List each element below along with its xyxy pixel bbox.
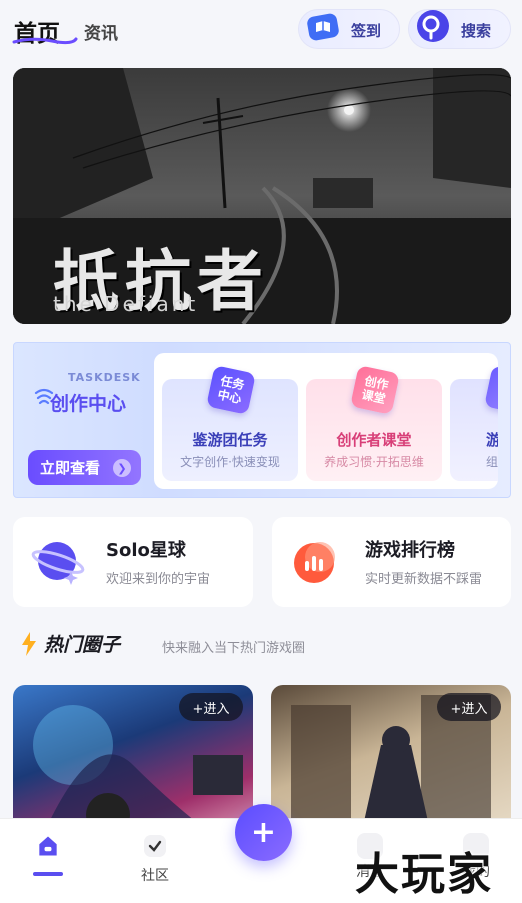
solo-planet-card[interactable]: Solo星球 欢迎来到你的宇宙 [13, 517, 253, 607]
lightning-icon [22, 632, 36, 656]
game-circle-card[interactable]: +进入 [13, 685, 253, 835]
creation-center-panel: TASKDESK 创作中心 立即查看 ❯ 任务 中心 鉴游团任务 文字创作·快速… [13, 342, 511, 498]
nav-home[interactable] [18, 833, 78, 865]
community-icon [144, 835, 166, 857]
nav-community-label: 社区 [141, 868, 169, 884]
view-now-label: 立即查看 [40, 459, 101, 477]
home-icon [39, 836, 57, 856]
signin-button[interactable]: 签到 [298, 9, 400, 49]
hot-circles-subtitle: 快来融入当下热门游戏圈 [162, 641, 306, 656]
tab-news[interactable]: 资讯 [84, 19, 118, 44]
task-cards-strip[interactable]: 任务 中心 鉴游团任务 文字创作·快速变现 创作 课堂 创作者课堂 养成习惯·开… [154, 353, 498, 489]
task-card-title: 创作者课堂 [336, 431, 412, 449]
task-card-creator-class[interactable]: 创作 课堂 创作者课堂 养成习惯·开拓思维 [306, 365, 442, 481]
chart-icon [294, 542, 335, 583]
task-card-review-team[interactable]: 任务 中心 鉴游团任务 文字创作·快速变现 [162, 365, 298, 481]
creation-center-left: TASKDESK 创作中心 立即查看 ❯ [14, 343, 154, 499]
task-card-desc: 养成习惯·开拓思维 [324, 455, 424, 469]
search-button[interactable]: 搜索 [408, 9, 511, 49]
book-icon [303, 8, 343, 48]
join-circle-button[interactable]: +进入 [179, 693, 243, 721]
banner-subtitle: the Defiant [53, 292, 199, 316]
nav-active-indicator [33, 872, 63, 876]
task-center-badge: 任务 中心 [206, 365, 256, 415]
tab-home-underline [12, 37, 78, 45]
task-card-desc: 组建区 [486, 455, 498, 469]
feature-title: 游戏排行榜 [365, 540, 455, 561]
creator-class-badge: 创作 课堂 [350, 365, 400, 415]
search-icon [413, 8, 453, 48]
search-label: 搜索 [461, 22, 492, 40]
creator-class-badge-text: 创作 课堂 [360, 373, 390, 407]
feature-title: Solo星球 [106, 540, 186, 561]
join-circle-button[interactable]: +进入 [437, 693, 501, 721]
game-circle-card[interactable]: +进入 [271, 685, 511, 835]
task-card-title: 鉴游团任务 [192, 431, 268, 449]
task-center-badge-text: 任务 中心 [216, 373, 246, 407]
game-ranking-card[interactable]: 游戏排行榜 实时更新数据不踩雷 [272, 517, 511, 607]
task-card-partial[interactable]: 游 组建区 [450, 365, 498, 481]
view-now-button[interactable]: 立即查看 ❯ [28, 450, 141, 485]
watermark-logo: 大玩家 [355, 849, 493, 900]
creation-center-title: 创作中心 [50, 393, 127, 415]
task-card-title: 游 [486, 431, 498, 449]
nav-community[interactable]: 社区 [125, 833, 185, 885]
taskdesk-label: TASKDESK [68, 371, 141, 384]
task-card-desc: 文字创作·快速变现 [180, 455, 280, 469]
feature-subtitle: 实时更新数据不踩雷 [365, 572, 483, 587]
hot-circles-header: 热门圈子 快来融入当下热门游戏圈 [20, 630, 510, 660]
partial-card-badge [484, 365, 498, 415]
hero-banner[interactable]: 抵抗者 the Defiant [13, 68, 511, 324]
hot-circles-title: 热门圈子 [44, 634, 121, 656]
signin-label: 签到 [351, 22, 382, 40]
planet-icon [31, 542, 85, 585]
plus-icon: + [250, 815, 277, 850]
top-bar: 首页 资讯 签到 搜索 [0, 0, 522, 60]
create-post-button[interactable]: + [235, 804, 292, 861]
chevron-right-icon: ❯ [113, 459, 131, 477]
feature-subtitle: 欢迎来到你的宇宙 [106, 572, 211, 587]
